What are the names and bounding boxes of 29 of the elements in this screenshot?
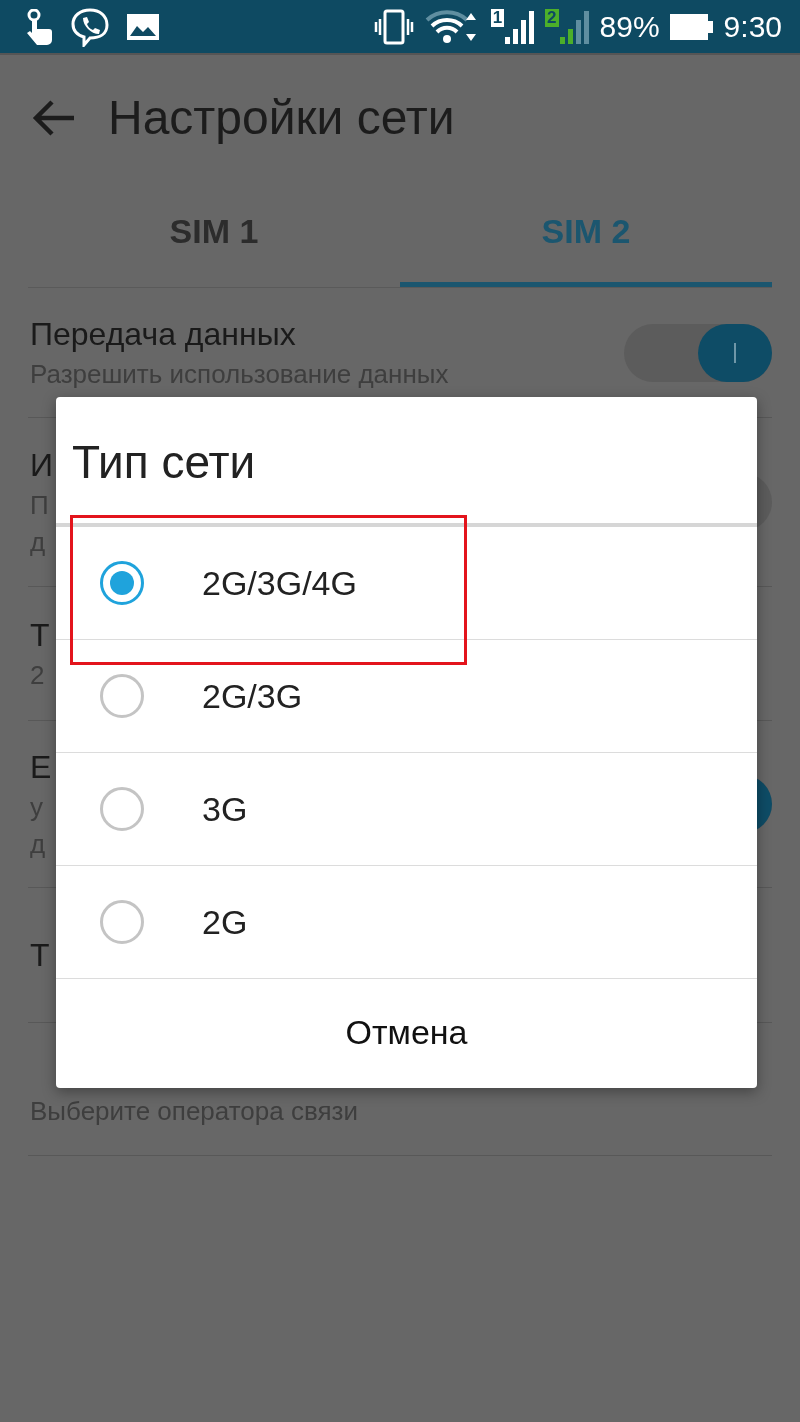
battery-percent: 89% [599,9,660,44]
dialog-title: Тип сети [71,435,257,490]
touch-icon [24,8,54,45]
radio-button[interactable] [100,787,144,831]
network-option[interactable]: 2G [56,866,757,979]
setting-title: Е [30,748,52,786]
clock: 9:30 [723,9,782,44]
setting-title: И [30,446,53,484]
sim-badge: 1 [490,8,505,27]
network-option[interactable]: 2G/3G/4G [56,527,757,640]
battery-icon [669,13,714,40]
radio-button[interactable] [100,900,144,944]
screen-title: Настройки сети [108,90,455,145]
setting-title: Передача данных [30,315,296,353]
phone-bubble-icon [70,6,110,47]
setting-title: Т [30,616,50,654]
vibrate-icon [372,8,415,45]
radio-button[interactable] [100,674,144,718]
image-icon [126,12,160,41]
toggle-switch[interactable] [624,323,772,382]
network-option[interactable]: 2G/3G [56,640,757,753]
setting-title: Т [30,936,50,974]
signal-bars-icon [505,8,536,45]
back-arrow-icon[interactable] [32,97,76,138]
radio-button[interactable] [100,561,144,605]
cancel-button[interactable]: Отмена [56,979,757,1085]
signal-bars-icon [559,8,590,45]
sim-badge: 2 [545,8,559,27]
network-option[interactable]: 3G [56,753,757,866]
